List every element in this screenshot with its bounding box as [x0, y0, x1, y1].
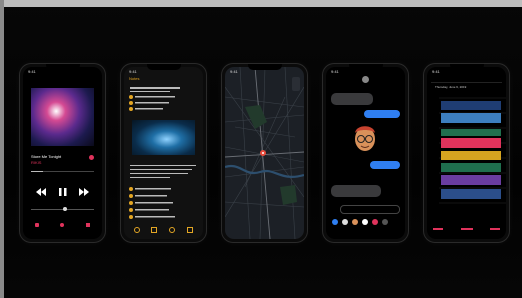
- note-photo: [132, 120, 195, 155]
- contact-avatar[interactable]: [362, 76, 369, 83]
- checklist-icon[interactable]: [129, 201, 173, 205]
- calendar-event[interactable]: [441, 101, 501, 110]
- today-button[interactable]: [433, 228, 443, 230]
- calendar-date-header: Thursday, June 6, 2019: [435, 85, 467, 89]
- checklist-top: [129, 95, 175, 111]
- music-sticker-icon[interactable]: [372, 219, 378, 225]
- notes-screen: 9:41 Notes: [124, 67, 203, 239]
- frame-left-border: [0, 0, 4, 298]
- status-time: 9:41: [129, 69, 137, 74]
- camera-icon[interactable]: [151, 227, 157, 233]
- checklist-icon[interactable]: [129, 215, 175, 219]
- week-strip[interactable]: [431, 77, 502, 83]
- airplay-icon[interactable]: [60, 223, 64, 227]
- queue-icon[interactable]: [86, 223, 90, 227]
- calendar-event[interactable]: [441, 151, 501, 160]
- play-pause-icon[interactable]: [59, 188, 67, 196]
- apple-pay-icon[interactable]: [362, 219, 368, 225]
- checklist-icon[interactable]: [129, 95, 175, 99]
- phone-notch: [449, 64, 484, 70]
- phone-notch: [45, 64, 80, 70]
- volume-knob[interactable]: [63, 207, 67, 211]
- message-bubble-sent: [370, 161, 400, 169]
- message-input-field[interactable]: [340, 205, 400, 214]
- lyrics-icon[interactable]: [35, 223, 39, 227]
- app-store-icon[interactable]: [332, 219, 338, 225]
- calendar-event[interactable]: [441, 175, 501, 185]
- park: [280, 185, 297, 205]
- checklist-tool-icon[interactable]: [134, 227, 140, 233]
- phone-notch: [247, 64, 282, 70]
- checklist-icon[interactable]: [129, 194, 167, 198]
- checklist-icon[interactable]: [129, 101, 169, 105]
- phone-calendar: 9:41 Thursday, June 6, 2019: [424, 64, 509, 242]
- calendar-event[interactable]: [441, 189, 501, 199]
- phone-maps: 9:41: [222, 64, 307, 242]
- checklist-icon[interactable]: [129, 208, 169, 212]
- more-button[interactable]: [89, 155, 94, 160]
- phone-music: 9:41 Store Me Tonight RIKIS: [20, 64, 105, 242]
- calendar-event[interactable]: [441, 163, 501, 172]
- calendar-toolbar: [427, 228, 506, 232]
- phone-messages: 9:41: [323, 64, 408, 242]
- status-time: 9:41: [331, 69, 339, 74]
- phone-notch: [146, 64, 181, 70]
- playback-controls: [36, 188, 89, 196]
- checklist-icon[interactable]: [129, 187, 171, 191]
- day-view-grid: [439, 97, 506, 204]
- photo-stage: 9:41 Store Me Tonight RIKIS 9:41 Notes 9…: [0, 0, 522, 298]
- inbox-button[interactable]: [490, 228, 500, 230]
- map-controls[interactable]: [292, 77, 300, 91]
- compose-icon[interactable]: [187, 227, 193, 233]
- message-bubble-received: [331, 185, 381, 197]
- more-apps-icon[interactable]: [382, 219, 388, 225]
- app-drawer: [326, 217, 405, 227]
- progress-bar-fill: [31, 171, 43, 172]
- album-art: [31, 88, 94, 146]
- memoji-sticker-icon[interactable]: [352, 219, 358, 225]
- frame-top-border: [0, 0, 522, 7]
- checklist-bottom: [129, 187, 175, 219]
- markup-icon[interactable]: [169, 227, 175, 233]
- note-paragraph: [130, 162, 198, 181]
- rewind-icon[interactable]: [36, 188, 46, 196]
- calendar-screen: 9:41 Thursday, June 6, 2019: [427, 67, 506, 239]
- location-pin-icon[interactable]: [260, 150, 266, 156]
- notes-toolbar: [124, 227, 203, 233]
- phone-notes: 9:41 Notes: [121, 64, 206, 242]
- calendar-event[interactable]: [441, 113, 501, 123]
- memoji-icon: [355, 126, 375, 151]
- status-time: 9:41: [28, 69, 36, 74]
- song-title: Store Me Tonight: [31, 154, 62, 159]
- message-bubble-received: [331, 93, 373, 105]
- photos-icon[interactable]: [342, 219, 348, 225]
- notes-back-button[interactable]: Notes: [129, 76, 139, 81]
- calendar-event[interactable]: [441, 138, 501, 148]
- maps-screen: 9:41: [225, 67, 304, 239]
- forward-icon[interactable]: [79, 188, 89, 196]
- dark-map[interactable]: [225, 67, 304, 239]
- messages-screen: 9:41: [326, 67, 405, 239]
- calendar-event[interactable]: [441, 129, 501, 136]
- message-bubble-sent: [364, 110, 400, 118]
- calendars-button[interactable]: [461, 228, 473, 230]
- music-bottom-icons: [23, 223, 102, 229]
- phone-notch: [348, 64, 383, 70]
- checklist-icon[interactable]: [129, 107, 163, 111]
- music-screen: 9:41 Store Me Tonight RIKIS: [23, 67, 102, 239]
- song-artist: RIKIS: [31, 160, 42, 165]
- status-time: 9:41: [432, 69, 440, 74]
